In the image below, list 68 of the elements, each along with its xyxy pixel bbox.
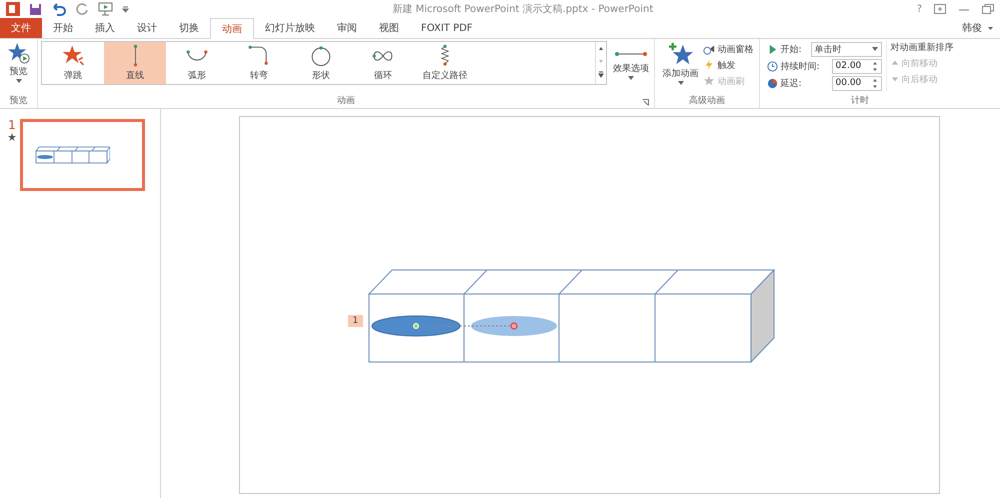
animation-effect[interactable]: 弹跳 xyxy=(42,42,104,84)
turn-path-icon xyxy=(247,44,271,68)
start-label: 开始: xyxy=(780,44,803,56)
caret-icon[interactable] xyxy=(987,26,994,30)
animation-tag: 1 xyxy=(348,315,364,327)
ribbon-tab[interactable]: 动画 xyxy=(210,18,254,39)
duration-label: 持续时间: xyxy=(780,60,821,72)
group-label: 计时 xyxy=(851,96,869,107)
star-icon xyxy=(61,44,85,68)
dialog-launcher-icon[interactable] xyxy=(642,99,649,106)
triangle-down-icon xyxy=(890,75,898,83)
ribbon-tab[interactable]: 审阅 xyxy=(326,18,368,38)
clock-icon xyxy=(766,60,778,72)
ribbon-tab[interactable]: 插入 xyxy=(84,18,126,38)
ribbon-command[interactable]: 触发 xyxy=(702,58,754,72)
ribbon-tab[interactable]: 设计 xyxy=(126,18,168,38)
slide-number: 1 xyxy=(8,119,16,131)
star-plus-icon xyxy=(666,42,694,66)
group-label: 动画 xyxy=(337,96,355,107)
star-icon xyxy=(702,75,714,87)
help-button[interactable]: ? xyxy=(916,4,922,14)
star-play-icon xyxy=(8,42,30,64)
caret-icon xyxy=(678,81,684,85)
ribbon-tab[interactable]: 切换 xyxy=(168,18,210,38)
ribbon-tab[interactable]: 幻灯片放映 xyxy=(254,18,326,38)
caret-icon xyxy=(872,47,878,51)
ribbon-command[interactable]: 动画窗格 xyxy=(702,42,754,56)
triangle-up-icon xyxy=(890,59,898,67)
ribbon-tab[interactable]: 视图 xyxy=(368,18,410,38)
delay-label: 延迟: xyxy=(780,78,803,90)
animation-effect[interactable]: 转弯 xyxy=(228,42,290,84)
caret-icon xyxy=(628,76,634,80)
slideshow-icon[interactable] xyxy=(98,2,113,16)
circle-path-icon xyxy=(309,44,333,68)
file-tab[interactable]: 文件 xyxy=(0,18,42,38)
user-name[interactable]: 韩俊 xyxy=(962,21,982,35)
redo-icon[interactable] xyxy=(76,2,89,16)
save-icon[interactable] xyxy=(29,2,42,16)
delay-field[interactable]: 00.00 xyxy=(832,76,882,90)
speaker-icon xyxy=(702,43,714,55)
duration-field[interactable]: 02.00 xyxy=(832,58,882,74)
line-path-icon xyxy=(132,44,138,68)
start-dropdown[interactable]: 单击时 xyxy=(810,42,882,56)
group-label: 高级动画 xyxy=(689,96,725,107)
spinner-arrows-icon xyxy=(872,78,878,88)
ribbon-tab[interactable]: 开始 xyxy=(42,18,84,38)
slide-thumbnail[interactable] xyxy=(20,119,145,191)
animation-effect[interactable]: 循环 xyxy=(352,42,414,84)
reorder-title: 对动画重新排序 xyxy=(890,42,954,54)
window-title: 新建 Microsoft PowerPoint 演示文稿.pptx - PowerPoint xyxy=(392,2,654,16)
group-label: 预览 xyxy=(10,96,28,107)
delay-icon xyxy=(766,78,778,88)
lightning-icon xyxy=(702,59,714,71)
undo-icon[interactable] xyxy=(51,2,67,16)
animation-star-icon xyxy=(8,133,16,141)
animation-effect[interactable]: 形状 xyxy=(290,42,352,84)
ribbon-tab[interactable]: FOXIT PDF xyxy=(410,18,484,38)
caret-icon xyxy=(16,79,22,83)
animation-effect[interactable]: 弧形 xyxy=(166,42,228,84)
spinner-arrows-icon xyxy=(872,60,878,72)
animation-effect[interactable]: 直线 xyxy=(104,42,166,84)
effect-options-button[interactable]: 效果选项 xyxy=(611,41,651,81)
animation-effect[interactable]: 自定义路径 xyxy=(414,42,476,84)
restore-icon[interactable] xyxy=(982,4,994,14)
add-animation-button[interactable]: 添加动画 xyxy=(660,41,700,88)
preview-button[interactable]: 预览 xyxy=(6,41,32,84)
customize-caret-icon[interactable] xyxy=(122,6,129,12)
ribbon-display-icon[interactable] xyxy=(934,4,946,14)
